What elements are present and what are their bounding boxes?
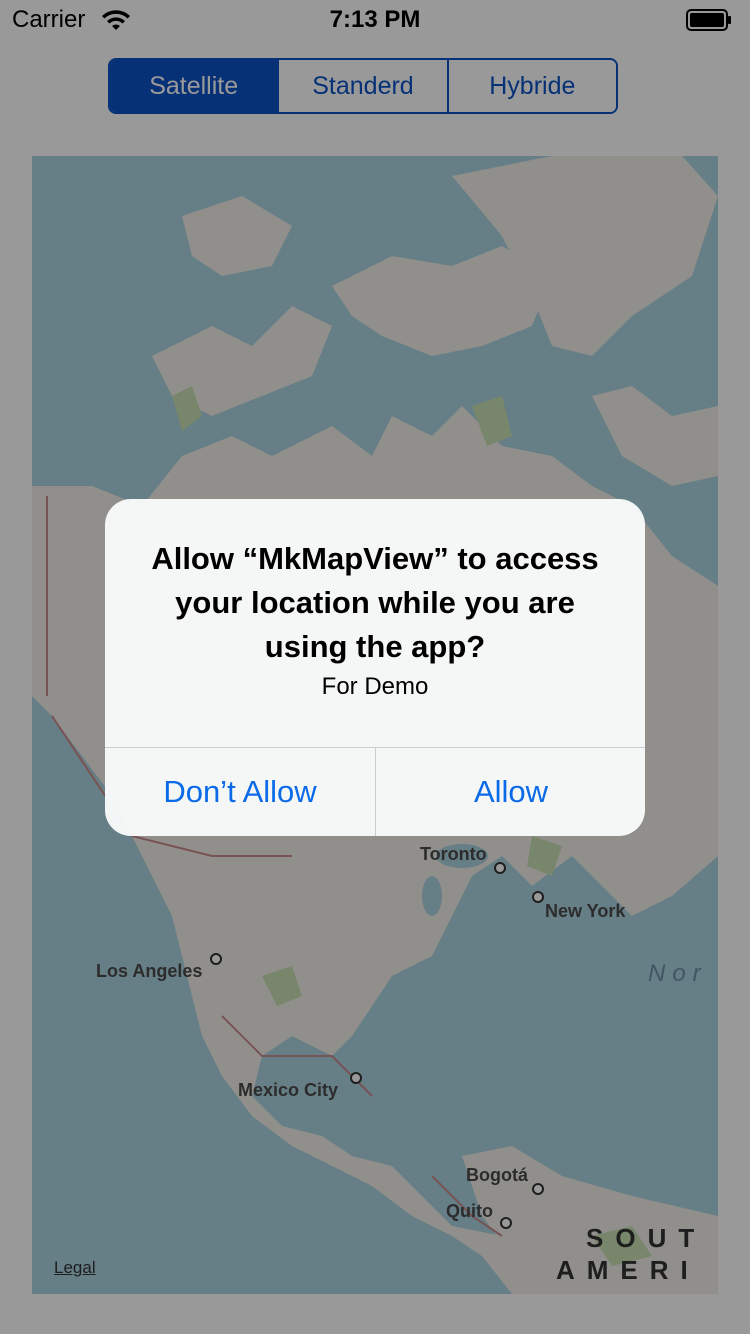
allow-button[interactable]: Allow	[376, 748, 645, 836]
dont-allow-button[interactable]: Don’t Allow	[105, 748, 375, 836]
location-permission-alert: Allow “MkMapView” to access your locatio…	[105, 499, 645, 836]
alert-title: Allow “MkMapView” to access your locatio…	[151, 541, 599, 664]
alert-message: For Demo	[321, 673, 429, 700]
